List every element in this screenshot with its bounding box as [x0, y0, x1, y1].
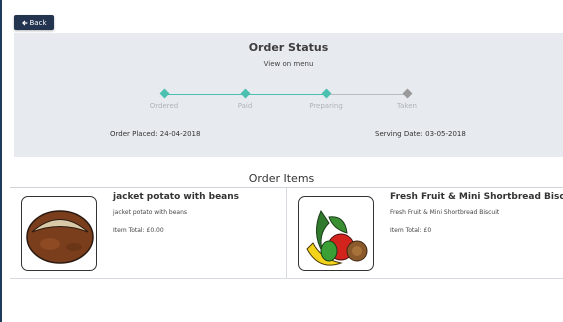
- step-label-taken: Taken: [397, 102, 417, 110]
- item-name: jacket potato with beans: [113, 192, 240, 202]
- serving-date: Serving Date: 03-05-2018: [375, 130, 466, 138]
- arrow-left-icon: [21, 19, 27, 26]
- step-dot-paid: [240, 88, 251, 99]
- item-name: Fresh Fruit & Mini Shortbread Biscuit: [390, 192, 563, 202]
- step-connector-3: [326, 94, 407, 95]
- back-button-label: Back: [29, 18, 47, 27]
- order-placed-date: Order Placed: 24-04-2018: [110, 130, 201, 138]
- step-label-paid: Paid: [237, 102, 253, 110]
- order-item-card: jacket potato with beans jacket potato w…: [10, 188, 287, 279]
- potato-icon: [26, 210, 94, 264]
- order-item-card: Fresh Fruit & Mini Shortbread Biscuit Fr…: [287, 188, 563, 279]
- item-total: Item Total: £0.00: [113, 227, 164, 234]
- order-items-title: Order Items: [248, 172, 315, 185]
- step-dot-preparing: [321, 88, 332, 99]
- item-image: [298, 196, 374, 271]
- step-label-ordered: Ordered: [149, 102, 179, 110]
- item-image: [21, 196, 97, 271]
- fruit-icon: [306, 209, 368, 266]
- item-total: Item Total: £0: [390, 227, 432, 234]
- item-description: jacket potato with beans: [113, 209, 188, 216]
- status-steps: Ordered Paid Preparing Taken: [14, 33, 563, 157]
- back-button[interactable]: Back: [14, 15, 54, 30]
- step-connector-2: [245, 94, 326, 95]
- item-description: Fresh Fruit & Mini Shortbread Biscuit: [390, 209, 500, 216]
- step-dot-ordered: [159, 88, 170, 99]
- step-dot-taken: [402, 88, 413, 99]
- order-status-panel: Order Status View on menu Ordered Paid P…: [14, 33, 563, 157]
- step-label-preparing: Preparing: [309, 102, 343, 110]
- step-connector-1: [164, 94, 245, 95]
